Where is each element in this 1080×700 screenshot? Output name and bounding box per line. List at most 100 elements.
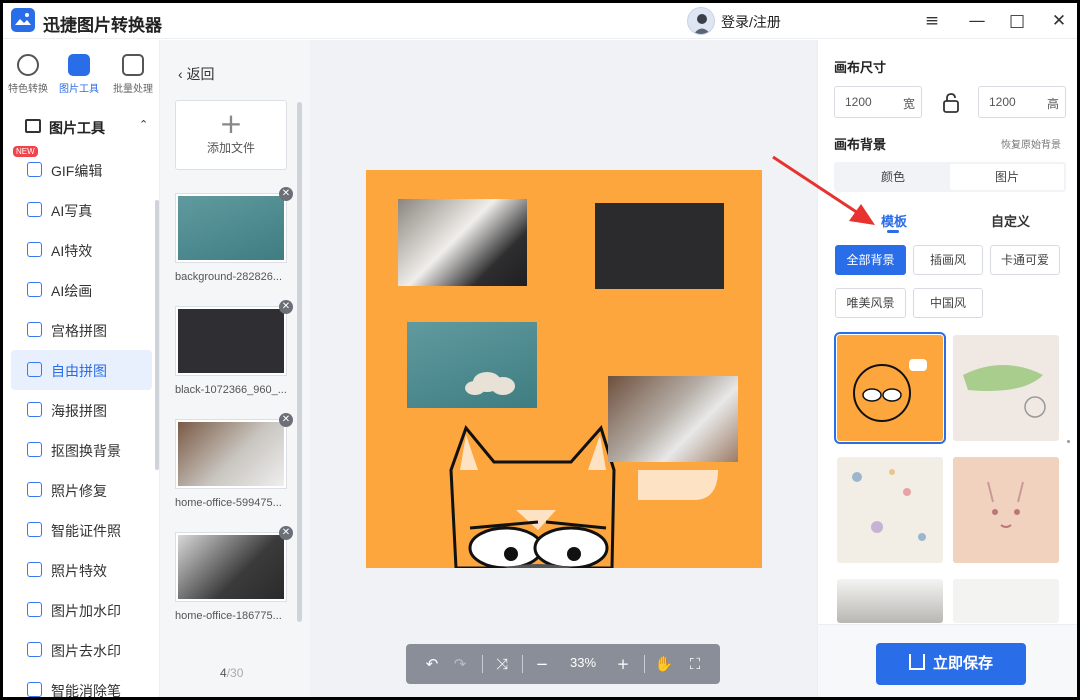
tab-custom[interactable]: 自定义 xyxy=(991,211,1030,230)
collage-photo-laptop-desk[interactable] xyxy=(398,199,527,286)
sidebar-item-label: GIF编辑 xyxy=(51,163,103,179)
close-icon[interactable]: ✕ xyxy=(1048,10,1070,32)
free-collage-icon xyxy=(27,362,42,377)
file-thumb[interactable]: home-office-186775... ✕ xyxy=(175,526,293,642)
sidebar-item-label: 抠图换背景 xyxy=(51,443,121,459)
chip-all-backgrounds[interactable]: 全部背景 xyxy=(835,245,906,275)
file-panel-scrollbar[interactable] xyxy=(297,102,302,622)
menu-icon[interactable]: ≡ xyxy=(921,10,943,32)
chip-chinese[interactable]: 中国风 xyxy=(913,288,983,318)
file-image xyxy=(175,532,287,602)
image-tools-icon xyxy=(25,119,41,133)
scroll-indicator xyxy=(1067,440,1070,443)
sidebar-item-label: 海报拼图 xyxy=(51,403,107,419)
remove-file-icon[interactable]: ✕ xyxy=(279,187,293,201)
tab-batch[interactable]: 批量处理 xyxy=(108,54,158,95)
save-label: 立即保存 xyxy=(932,655,993,672)
template-cat-face[interactable] xyxy=(953,457,1059,563)
minimize-icon[interactable]: — xyxy=(966,10,988,32)
template-ink-landscape[interactable] xyxy=(837,579,943,623)
tab-label: 批量处理 xyxy=(113,84,153,95)
collage-photo-blackboard[interactable] xyxy=(595,203,724,289)
toolbar-divider xyxy=(482,655,483,673)
app-title: 迅捷图片转换器 xyxy=(43,16,162,35)
sidebar-item[interactable]: 海报拼图 xyxy=(11,390,152,430)
sidebar-item-label: 图片去水印 xyxy=(51,643,121,659)
remove-file-icon[interactable]: ✕ xyxy=(279,413,293,427)
back-button[interactable]: ‹ 返回 xyxy=(178,64,215,84)
hand-icon[interactable]: ✋ xyxy=(652,652,676,676)
height-input[interactable]: 1200 高 xyxy=(978,86,1066,118)
sidebar-item[interactable]: 智能证件照 xyxy=(11,510,152,550)
width-value: 1200 xyxy=(845,95,872,109)
sidebar-list: GIF编辑 NEW AI写真 AI特效 AI绘画 宫格拼图 自由拼图海报拼图抠图换背景照片修… xyxy=(11,146,153,697)
user-avatar[interactable] xyxy=(687,7,715,35)
sidebar-item[interactable]: 自由拼图 xyxy=(11,350,152,390)
sidebar-item-label: AI特效 xyxy=(51,243,93,259)
height-unit: 高 xyxy=(1046,97,1059,111)
sidebar-item[interactable]: 图片去水印 xyxy=(11,630,152,670)
chip-scenery[interactable]: 唯美风景 xyxy=(835,288,906,318)
canvas-size-label: 画布尺寸 xyxy=(834,60,887,75)
id-photo-icon xyxy=(27,522,42,537)
template-cat-orange[interactable] xyxy=(834,332,946,444)
sidebar-item[interactable]: AI写真 xyxy=(11,190,152,230)
remove-file-icon[interactable]: ✕ xyxy=(279,300,293,314)
sidebar-item[interactable]: GIF编辑 NEW xyxy=(11,146,152,190)
sidebar-scrollbar[interactable] xyxy=(155,200,159,470)
sidebar-item[interactable]: AI绘画 xyxy=(11,270,152,310)
login-register-link[interactable]: 登录/注册 xyxy=(721,12,781,32)
file-thumb[interactable]: black-1072366_960_... ✕ xyxy=(175,300,293,416)
shuffle-icon[interactable]: ⤨ xyxy=(490,652,514,676)
collage-canvas[interactable] xyxy=(366,170,762,568)
tab-feature-convert[interactable]: 特色转换 xyxy=(3,54,53,95)
collage-photo-teal-cloud[interactable] xyxy=(407,322,537,408)
save-now-button[interactable]: 立即保存 xyxy=(876,643,1026,685)
undo-icon[interactable]: ↶ xyxy=(420,652,444,676)
gif-icon xyxy=(27,162,42,177)
file-thumb[interactable]: background-282826... ✕ xyxy=(175,187,293,303)
sidebar-item[interactable]: 照片修复 xyxy=(11,470,152,510)
file-panel: ‹ 返回 + 添加文件 background-282826... ✕ black… xyxy=(160,40,310,697)
zoom-in-icon[interactable]: + xyxy=(611,652,635,676)
collage-photo-home-office[interactable] xyxy=(608,376,738,462)
sidebar-item[interactable]: 智能消除笔 xyxy=(11,670,152,697)
chip-illustration[interactable]: 插画风 xyxy=(913,245,983,275)
add-file-button[interactable]: + 添加文件 xyxy=(175,100,287,170)
maximize-icon[interactable]: □ xyxy=(1006,10,1028,32)
canvas-area: ↶ ↷ ⤨ − 33% + ✋ ⛶ xyxy=(310,40,817,697)
image-tool-icon xyxy=(68,54,90,76)
template-ink-branch[interactable] xyxy=(953,579,1059,623)
sidebar-item[interactable]: 图片加水印 xyxy=(11,590,152,630)
sidebar-item-label: 智能证件照 xyxy=(51,523,121,539)
remove-file-icon[interactable]: ✕ xyxy=(279,526,293,540)
title-bar: 迅捷图片转换器 登录/注册 ≡ — □ ✕ xyxy=(3,3,1077,39)
remove-watermark-icon xyxy=(27,642,42,657)
tab-image[interactable]: 图片 xyxy=(950,164,1064,190)
active-tab-indicator xyxy=(887,230,899,233)
tab-color[interactable]: 颜色 xyxy=(836,164,950,190)
tab-template[interactable]: 模板 xyxy=(881,211,907,230)
sidebar-item[interactable]: 照片特效 xyxy=(11,550,152,590)
sidebar-item[interactable]: 宫格拼图 xyxy=(11,310,152,350)
sidebar-item[interactable]: AI特效 xyxy=(11,230,152,270)
zoom-out-icon[interactable]: − xyxy=(530,652,554,676)
app-window: 迅捷图片转换器 登录/注册 ≡ — □ ✕ 特色转换 图片工具 批量处理 图片工… xyxy=(3,3,1077,697)
file-image xyxy=(175,306,287,376)
sidebar-item[interactable]: 抠图换背景 xyxy=(11,430,152,470)
grid-collage-icon xyxy=(27,322,42,337)
template-space-pattern[interactable] xyxy=(837,457,943,563)
file-name: black-1072366_960_... xyxy=(175,384,287,396)
width-input[interactable]: 1200 宽 xyxy=(834,86,922,118)
restore-background-link[interactable]: 恢复原始背景 xyxy=(1001,136,1061,151)
lock-ratio-icon[interactable] xyxy=(942,93,960,113)
chip-cartoon[interactable]: 卡通可爱 xyxy=(990,245,1060,275)
redo-icon[interactable]: ↷ xyxy=(448,652,472,676)
file-thumb[interactable]: home-office-599475... ✕ xyxy=(175,413,293,529)
tab-image-tools[interactable]: 图片工具 xyxy=(54,54,104,95)
template-green-brush[interactable] xyxy=(953,335,1059,441)
plus-icon: + xyxy=(219,107,243,140)
section-header-image-tools[interactable]: 图片工具 ⌃ xyxy=(21,116,151,138)
fit-screen-icon[interactable]: ⛶ xyxy=(683,652,707,676)
new-badge: NEW xyxy=(13,146,38,157)
